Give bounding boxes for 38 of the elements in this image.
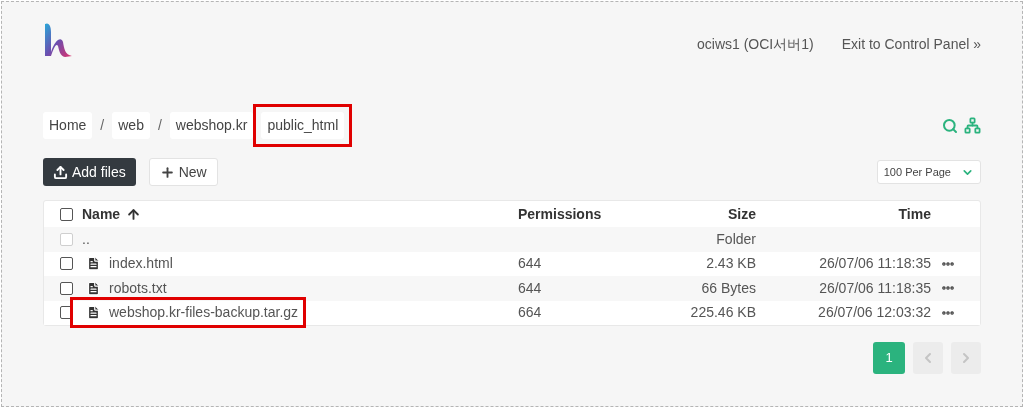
breadcrumb-item[interactable]: webshop.kr (169, 112, 254, 139)
column-header[interactable]: Size (668, 203, 756, 225)
file-name[interactable]: webshop.kr-files-backup.tar.gz (109, 302, 299, 324)
column-header[interactable]: Permissions (518, 203, 668, 225)
new-button[interactable]: New (148, 158, 218, 186)
server-name: ociws1 (OCI서버1) (697, 35, 814, 54)
column-header[interactable]: Name (82, 203, 121, 225)
time-cell-text: 26/07/06 12:03:32 (817, 303, 931, 323)
row-checkbox[interactable] (59, 257, 73, 271)
logo-icon (43, 22, 73, 58)
size-cell-text: 225.46 KB (689, 303, 756, 323)
file-name[interactable]: index.html (109, 253, 173, 275)
breadcrumb-item[interactable]: web (112, 112, 150, 139)
exit-link[interactable]: Exit to Control Panel » (841, 34, 981, 55)
permissions-cell-text: 644 (518, 254, 543, 274)
permissions-cell-text: 664 (518, 303, 543, 323)
permissions-cell-text: 644 (518, 278, 543, 298)
breadcrumb-separator: / (157, 116, 162, 135)
plus-icon (159, 164, 175, 180)
time-cell-text: 26/07/06 11:18:35 (818, 278, 931, 298)
column-header[interactable]: Time (756, 203, 931, 225)
row-checkbox[interactable] (59, 207, 73, 221)
upload-icon (53, 164, 68, 180)
file-icon (86, 256, 101, 272)
size-cell-text: Folder (715, 229, 756, 249)
sort-icon (126, 206, 142, 222)
file-icon (86, 280, 101, 296)
row-checkbox[interactable] (59, 281, 73, 295)
file-icon (86, 305, 101, 321)
size-cell-text: 2.43 KB (705, 254, 756, 274)
time-cell-text: 26/07/06 11:18:35 (818, 254, 931, 274)
breadcrumb-item[interactable]: public_html (261, 112, 345, 139)
breadcrumb-separator: / (100, 116, 105, 135)
add-files-button[interactable]: Add files (43, 158, 136, 186)
per-page-select[interactable]: 100 Per Page (876, 160, 981, 184)
file-name[interactable]: robots.txt (109, 277, 167, 299)
size-cell-text: 66 Bytes (700, 278, 756, 298)
breadcrumb-item[interactable]: Home (43, 112, 93, 139)
